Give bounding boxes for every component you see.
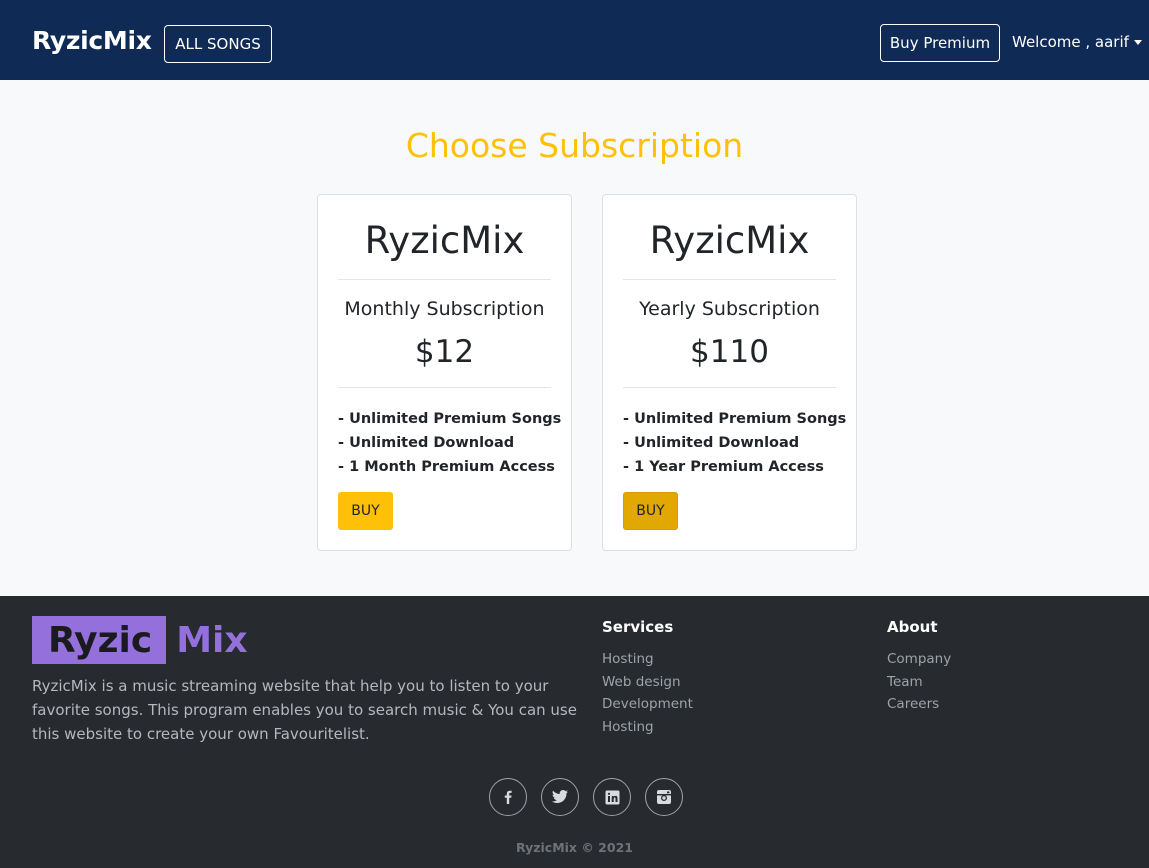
subscription-card-yearly: RyzicMix Yearly Subscription $110 - Unli…: [602, 194, 857, 551]
user-dropdown-label: Welcome , aarif: [1012, 33, 1129, 51]
footer-logo: Ryzic Mix: [32, 616, 248, 664]
buy-monthly-button[interactable]: BUY: [338, 492, 393, 530]
about-link-company[interactable]: Company: [887, 648, 951, 671]
feature-item: - Unlimited Premium Songs: [338, 411, 562, 427]
logo-ryzic: Ryzic: [32, 616, 167, 664]
twitter-icon[interactable]: [541, 778, 579, 816]
subscription-card-monthly: RyzicMix Monthly Subscription $12 - Unli…: [317, 194, 572, 551]
services-link-hosting-2[interactable]: Hosting: [602, 716, 693, 739]
navbar: RyzicMix ALL SONGS Buy Premium Welcome ,…: [0, 0, 1149, 80]
plan-name: Yearly Subscription: [639, 298, 820, 320]
buy-yearly-button[interactable]: BUY: [623, 492, 678, 530]
footer: Ryzic Mix RyzicMix is a music streaming …: [0, 596, 1149, 868]
card-divider: [338, 387, 551, 388]
card-divider: [623, 387, 836, 388]
plan-price: $12: [414, 334, 475, 370]
caret-down-icon: [1133, 39, 1142, 45]
logo-mix: Mix: [176, 620, 248, 661]
about-link-careers[interactable]: Careers: [887, 693, 951, 716]
all-songs-button[interactable]: ALL SONGS: [164, 25, 272, 63]
services-title: Services: [602, 618, 674, 636]
card-divider: [338, 279, 551, 280]
feature-list: - Unlimited Premium Songs - Unlimited Do…: [338, 407, 561, 479]
navbar-brand[interactable]: RyzicMix: [32, 26, 152, 55]
buy-premium-button[interactable]: Buy Premium: [880, 24, 1000, 62]
copyright: RyzicMix © 2021: [516, 840, 633, 855]
footer-about: About Company Team Careers: [887, 618, 951, 716]
user-dropdown[interactable]: Welcome , aarif: [1012, 33, 1142, 51]
services-link-hosting[interactable]: Hosting: [602, 648, 693, 671]
linkedin-icon[interactable]: [593, 778, 631, 816]
card-brand: RyzicMix: [649, 219, 810, 262]
plan-price: $110: [690, 334, 769, 370]
plan-name: Monthly Subscription: [344, 298, 545, 320]
feature-item: - Unlimited Premium Songs: [623, 411, 847, 427]
facebook-icon[interactable]: [489, 778, 527, 816]
services-link-development[interactable]: Development: [602, 693, 693, 716]
footer-description: RyzicMix is a music streaming website th…: [32, 677, 577, 743]
feature-list: - Unlimited Premium Songs - Unlimited Do…: [623, 407, 846, 479]
card-brand: RyzicMix: [364, 219, 525, 262]
instagram-icon[interactable]: [645, 778, 683, 816]
about-link-team[interactable]: Team: [887, 671, 951, 694]
feature-item: - 1 Month Premium Access: [338, 459, 555, 475]
feature-item: - 1 Year Premium Access: [623, 459, 824, 475]
page-title: Choose Subscription: [405, 126, 744, 165]
about-title: About: [887, 618, 938, 636]
social-links: [489, 778, 683, 816]
feature-item: - Unlimited Download: [338, 435, 515, 451]
feature-item: - Unlimited Download: [623, 435, 800, 451]
card-divider: [623, 279, 836, 280]
footer-services: Services Hosting Web design Development …: [602, 618, 693, 738]
services-link-web-design[interactable]: Web design: [602, 671, 693, 694]
